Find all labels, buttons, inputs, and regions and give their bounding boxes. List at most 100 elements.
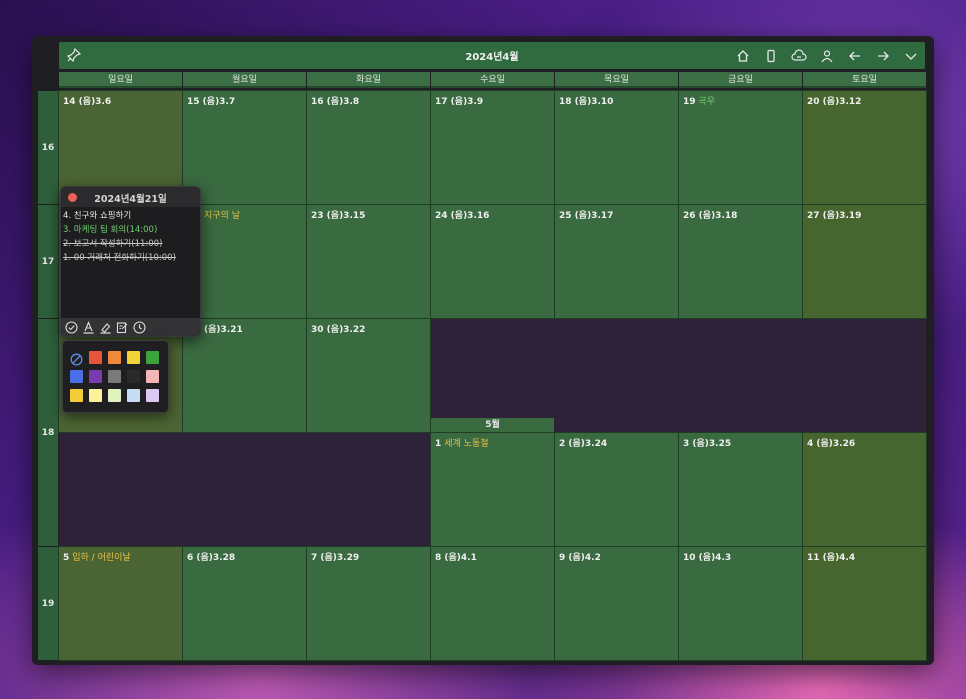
- holiday-label: 세계 노동절: [444, 439, 489, 449]
- day-number: 23: [311, 211, 324, 221]
- color-swatch[interactable]: [108, 370, 121, 383]
- person-icon[interactable]: [817, 46, 837, 66]
- toolbar-icons: [733, 46, 921, 66]
- todo-item[interactable]: 1. 00 거래처 전화하기(10:00): [63, 251, 198, 265]
- edit-note-icon[interactable]: [115, 320, 129, 334]
- day-number: 20: [807, 97, 820, 107]
- day-number: 3: [683, 439, 690, 449]
- no-color-icon[interactable]: [70, 351, 83, 366]
- highlight-icon[interactable]: [98, 320, 112, 334]
- day-cell[interactable]: 18 (음)3.10: [554, 90, 679, 205]
- day-cell[interactable]: 24 (음)3.16: [430, 204, 555, 319]
- color-swatch[interactable]: [127, 370, 140, 383]
- lunar-date: (음)3.16: [450, 211, 490, 221]
- day-cell[interactable]: 16 (음)3.8: [306, 90, 431, 205]
- day-cell[interactable]: 19 곡우: [678, 90, 803, 205]
- clock-icon[interactable]: [132, 320, 146, 334]
- day-cell[interactable]: 4 (음)3.26: [802, 432, 927, 547]
- day-cell[interactable]: 5 입하 / 어린이날: [58, 546, 183, 661]
- color-swatch[interactable]: [127, 351, 140, 364]
- color-swatch[interactable]: [108, 351, 121, 364]
- color-swatch[interactable]: [89, 389, 102, 402]
- day-number: 19: [683, 97, 696, 107]
- week-number: 16: [38, 91, 58, 204]
- cloud-icon[interactable]: [789, 46, 809, 66]
- holiday-label: 입하 / 어린이날: [72, 553, 131, 563]
- day-cell[interactable]: 27 (음)3.19: [802, 204, 927, 319]
- lunar-date: (음)3.28: [196, 553, 236, 563]
- day-cell[interactable]: 7 (음)3.29: [306, 546, 431, 661]
- holiday-label: 지구의 날: [204, 211, 240, 221]
- arrow-right-icon[interactable]: [873, 46, 893, 66]
- chevron-down-icon[interactable]: [901, 46, 921, 66]
- lunar-date: (음)3.26: [816, 439, 856, 449]
- day-number: 18: [559, 97, 572, 107]
- color-swatch[interactable]: [127, 389, 140, 402]
- lunar-date: (음)3.15: [326, 211, 366, 221]
- todo-item[interactable]: 4. 친구와 쇼핑하기: [63, 209, 198, 223]
- home-icon[interactable]: [733, 46, 753, 66]
- color-swatch[interactable]: [108, 389, 121, 402]
- day-number: 5: [63, 553, 70, 563]
- day-number: 4: [807, 439, 814, 449]
- day-number: 9: [559, 553, 566, 563]
- day-number: 7: [311, 553, 318, 563]
- weekday-saturday: 토요일: [803, 72, 926, 88]
- weekday-tuesday: 화요일: [307, 72, 430, 88]
- lunar-date: (음)3.22: [326, 325, 366, 335]
- weekday-header: 일요일 월요일 화요일 수요일 목요일 금요일 토요일: [59, 72, 927, 88]
- text-color-icon[interactable]: [81, 320, 95, 334]
- day-cell[interactable]: 20 (음)3.12: [802, 90, 927, 205]
- todo-item[interactable]: 2. 보고서 작성하기(11:00): [63, 237, 198, 251]
- check-circle-icon[interactable]: [64, 320, 78, 334]
- day-cell[interactable]: 15 (음)3.7: [182, 90, 307, 205]
- color-swatch[interactable]: [70, 370, 83, 383]
- arrow-left-icon[interactable]: [845, 46, 865, 66]
- phone-icon[interactable]: [761, 46, 781, 66]
- color-swatch[interactable]: [146, 370, 159, 383]
- todo-item[interactable]: 3. 마케팅 팀 회의(14:00): [63, 223, 198, 237]
- lunar-date: (음)3.9: [450, 97, 484, 107]
- popup-toolbar: [61, 318, 200, 336]
- lunar-date: (음)3.24: [568, 439, 608, 449]
- day-number: 15: [187, 97, 200, 107]
- empty-area: [431, 319, 926, 432]
- color-swatch[interactable]: [146, 351, 159, 364]
- color-swatch[interactable]: [146, 389, 159, 402]
- day-number: 14: [63, 97, 76, 107]
- day-cell[interactable]: 26 (음)3.18: [678, 204, 803, 319]
- color-swatch[interactable]: [89, 351, 102, 364]
- day-cell[interactable]: 지구의 날: [182, 204, 307, 319]
- day-cell[interactable]: 25 (음)3.17: [554, 204, 679, 319]
- lunar-date: (음)3.17: [574, 211, 614, 221]
- lunar-date: (음)4.4: [822, 553, 856, 563]
- day-cell[interactable]: 11 (음)4.4: [802, 546, 927, 661]
- day-number: 8: [435, 553, 442, 563]
- day-cell[interactable]: 3 (음)3.25: [678, 432, 803, 547]
- color-swatch[interactable]: [89, 370, 102, 383]
- lunar-date: (음)3.6: [78, 97, 112, 107]
- day-number: 25: [559, 211, 572, 221]
- day-number: 1: [435, 439, 442, 449]
- day-cell[interactable]: 2 (음)3.24: [554, 432, 679, 547]
- day-number: 16: [311, 97, 324, 107]
- lunar-date: (음)3.7: [202, 97, 236, 107]
- day-cell[interactable]: 17 (음)3.9: [430, 90, 555, 205]
- day-cell[interactable]: (음)3.21: [182, 318, 307, 433]
- day-number: 17: [435, 97, 448, 107]
- lunar-date: (음)3.18: [698, 211, 738, 221]
- day-cell[interactable]: 9 (음)4.2: [554, 546, 679, 661]
- color-swatch[interactable]: [70, 389, 83, 402]
- day-cell[interactable]: 23 (음)3.15: [306, 204, 431, 319]
- month-divider-label: 5월: [431, 418, 554, 432]
- color-palette: [62, 340, 169, 413]
- todo-list: 4. 친구와 쇼핑하기 3. 마케팅 팀 회의(14:00) 2. 보고서 작성…: [61, 207, 200, 265]
- lunar-date: (음)3.8: [326, 97, 360, 107]
- day-cell[interactable]: 30 (음)3.22: [306, 318, 431, 433]
- day-cell[interactable]: 8 (음)4.1: [430, 546, 555, 661]
- day-cell[interactable]: 6 (음)3.28: [182, 546, 307, 661]
- todo-popup: 2024년4월21일 4. 친구와 쇼핑하기 3. 마케팅 팀 회의(14:00…: [60, 186, 201, 337]
- day-cell[interactable]: 1 세계 노동절: [430, 432, 555, 547]
- popup-header: 2024년4월21일: [61, 187, 200, 207]
- day-cell[interactable]: 10 (음)4.3: [678, 546, 803, 661]
